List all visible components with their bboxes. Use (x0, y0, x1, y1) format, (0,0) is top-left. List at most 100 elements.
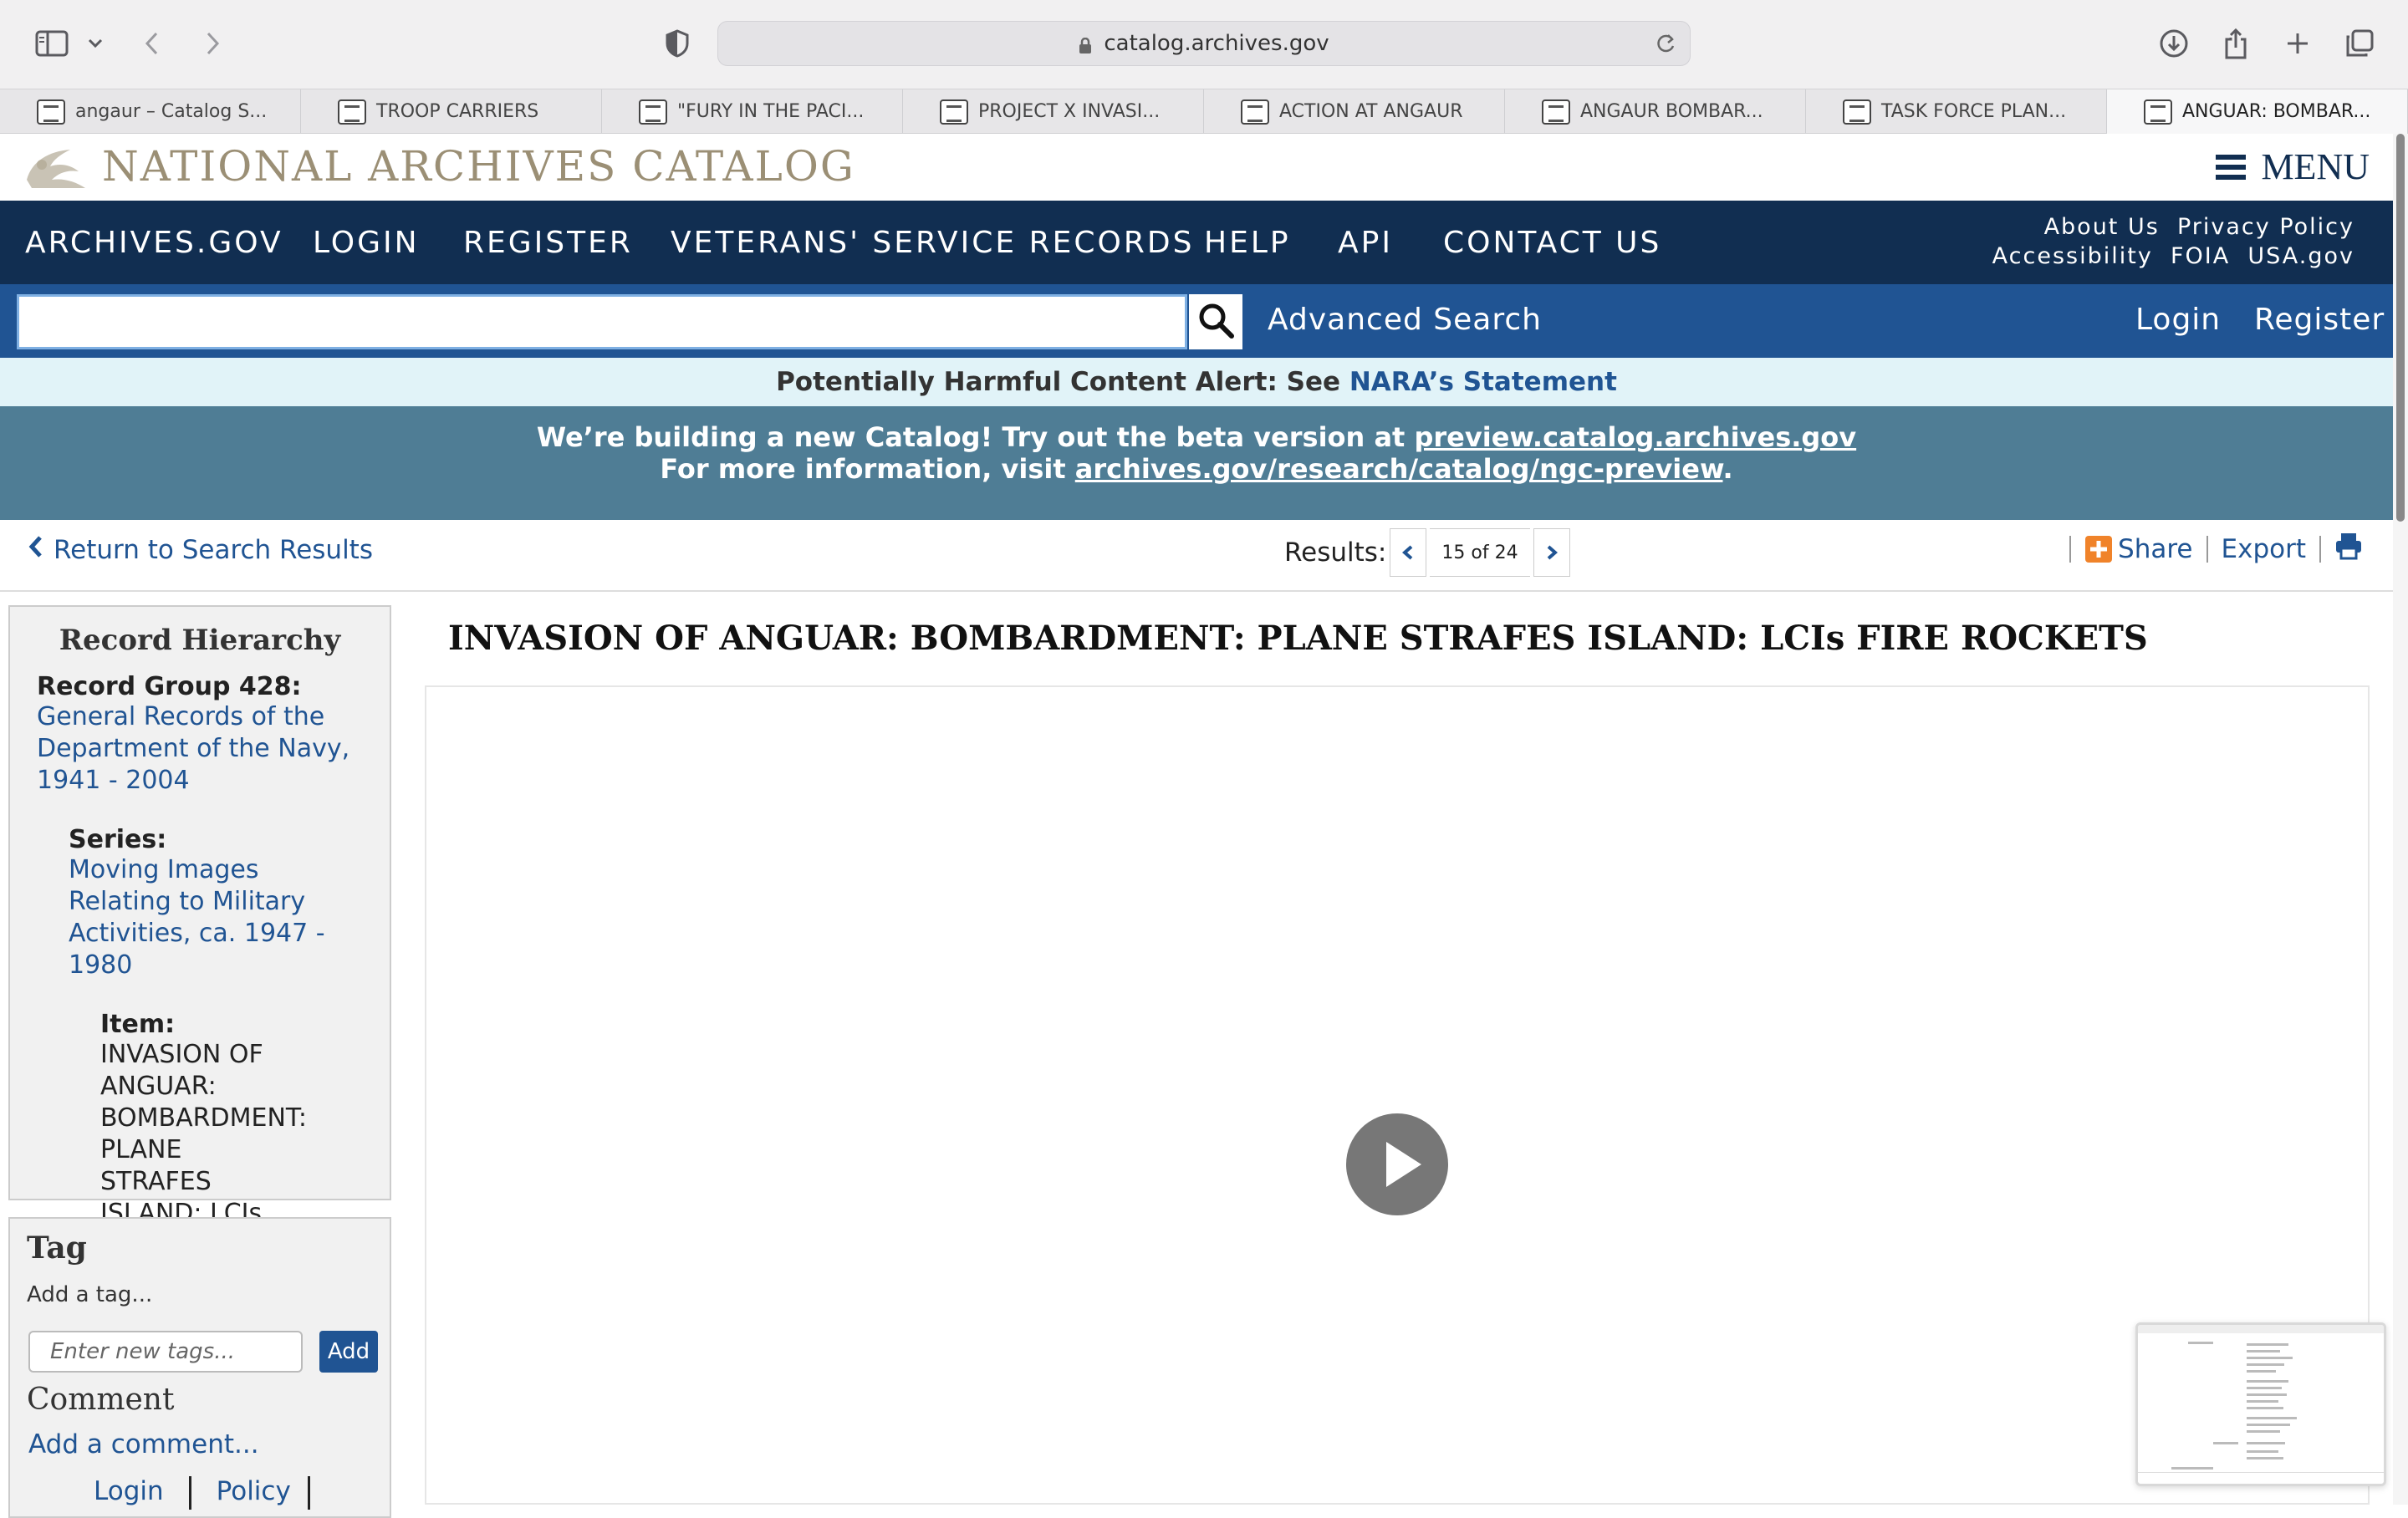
add-tag-button[interactable]: Add (319, 1331, 378, 1373)
print-icon[interactable] (2334, 532, 2363, 567)
beta-line2-text: For more information, visit (660, 453, 1075, 485)
results-count: 15 of 24 (1430, 528, 1530, 577)
browser-tab-label: TROOP CARRIERS (376, 101, 539, 122)
page-scrollbar-thumb[interactable] (2396, 134, 2405, 522)
advanced-search-link[interactable]: Advanced Search (1268, 303, 1542, 337)
nav-veterans-records[interactable]: VETERANS' SERVICE RECORDS (671, 226, 1194, 260)
site-logo[interactable]: NATIONAL ARCHIVES CATALOG (23, 142, 855, 191)
tag-comment-panel: Tag Add a tag... Enter new tags... Add C… (8, 1217, 391, 1518)
menu-button[interactable]: MENU (2216, 145, 2370, 188)
forward-icon[interactable] (194, 25, 231, 62)
browser-tab-label: ANGUAR: BOMBAR... (2182, 101, 2371, 122)
add-tag-label: Add a tag... (27, 1282, 153, 1307)
share-icon[interactable] (2217, 25, 2254, 62)
privacy-shield-icon[interactable] (659, 25, 696, 62)
browser-tab[interactable]: angaur – Catalog S... (0, 89, 301, 134)
browser-tab-label: ANGAUR BOMBAR... (1580, 101, 1763, 122)
archives-favicon-icon (2144, 99, 2172, 125)
browser-tab[interactable]: "FURY IN THE PACI... (602, 89, 903, 134)
record-hierarchy-panel: Record Hierarchy Record Group 428: Gener… (8, 605, 391, 1323)
results-pager: Results: 15 of 24 (1284, 528, 1570, 577)
tag-heading: Tag (27, 1230, 87, 1266)
record-group-label: Record Group 428: (37, 672, 302, 701)
ngc-preview-link[interactable]: archives.gov/research/catalog/ngc-previe… (1075, 453, 1723, 485)
site-header: NATIONAL ARCHIVES CATALOG MENU (0, 134, 2393, 201)
nav-secondary-links: About Us Privacy Policy Accessibility FO… (1992, 212, 2354, 271)
nav-usagov[interactable]: USA.gov (2247, 243, 2354, 269)
browser-tab[interactable]: TASK FORCE PLAN... (1806, 89, 2107, 134)
nav-login[interactable]: LOGIN (313, 226, 420, 260)
browser-tab[interactable]: TROOP CARRIERS (301, 89, 602, 134)
add-comment-link[interactable]: Add a comment... (28, 1429, 259, 1459)
nav-privacy-policy[interactable]: Privacy Policy (2177, 214, 2354, 240)
chevron-down-icon[interactable] (79, 25, 112, 62)
return-to-search-link[interactable]: Return to Search Results (28, 535, 373, 565)
register-link[interactable]: Register (2254, 303, 2385, 337)
nav-register[interactable]: REGISTER (463, 226, 633, 260)
new-tab-icon[interactable] (2279, 25, 2316, 62)
content-alert-banner: Potentially Harmful Content Alert: See N… (0, 358, 2393, 406)
series-link[interactable]: Moving Images Relating to Military Activ… (69, 854, 361, 981)
browser-tab[interactable]: ACTION AT ANGAUR (1204, 89, 1505, 134)
nav-api[interactable]: API (1338, 226, 1393, 260)
hamburger-icon (2216, 154, 2247, 180)
screenshot-thumbnail[interactable] (2135, 1322, 2386, 1486)
plus-icon (2085, 536, 2113, 563)
search-bar: Advanced Search Login Register (0, 284, 2393, 358)
nav-foia[interactable]: FOIA (2171, 243, 2230, 269)
sidebar-toggle-icon[interactable] (33, 25, 70, 62)
beta-line1-text: We’re building a new Catalog! Try out th… (536, 421, 1415, 453)
browser-tab[interactable]: ANGUAR: BOMBAR... (2107, 89, 2408, 134)
page-title: INVASION OF ANGUAR: BOMBARDMENT: PLANE S… (448, 619, 2148, 658)
nav-accessibility[interactable]: Accessibility (1992, 243, 2153, 269)
archives-favicon-icon (940, 99, 968, 125)
item-label: Item: (100, 1010, 176, 1039)
beta-preview-link[interactable]: preview.catalog.archives.gov (1414, 421, 1856, 453)
divider (188, 1476, 191, 1510)
nav-archives-gov[interactable]: ARCHIVES.GOV (25, 226, 283, 260)
chevron-left-icon (28, 535, 43, 565)
chevron-left-icon (1402, 545, 1413, 560)
archives-favicon-icon (639, 99, 667, 125)
login-link[interactable]: Login (2135, 303, 2221, 337)
nav-contact-us[interactable]: CONTACT US (1443, 226, 1661, 260)
policy-link[interactable]: Policy (217, 1476, 291, 1510)
export-button[interactable]: Export (2222, 534, 2306, 564)
search-input[interactable] (17, 294, 1187, 349)
return-label: Return to Search Results (54, 535, 373, 565)
back-icon[interactable] (134, 25, 171, 62)
divider (2319, 536, 2321, 563)
main-nav: ARCHIVES.GOV LOGIN REGISTER VETERANS' SE… (0, 201, 2393, 284)
beta-banner: We’re building a new Catalog! Try out th… (0, 406, 2393, 520)
video-player[interactable] (425, 685, 2370, 1505)
archives-favicon-icon (1843, 99, 1871, 125)
url-text: catalog.archives.gov (1104, 31, 1329, 56)
previous-result-button[interactable] (1390, 528, 1427, 577)
browser-tab[interactable]: ANGAUR BOMBAR... (1505, 89, 1806, 134)
next-result-button[interactable] (1533, 528, 1570, 577)
tag-input[interactable]: Enter new tags... (28, 1331, 303, 1373)
share-label: Share (2118, 534, 2193, 564)
nav-help[interactable]: HELP (1204, 226, 1291, 260)
play-icon[interactable] (1346, 1113, 1448, 1215)
archives-favicon-icon (1542, 99, 1570, 125)
beta-line2-suffix: . (1722, 453, 1733, 485)
archives-favicon-icon (338, 99, 366, 125)
results-label: Results: (1284, 537, 1387, 568)
comment-heading: Comment (27, 1383, 175, 1417)
search-button[interactable] (1189, 294, 1242, 349)
nara-statement-link[interactable]: NARA’s Statement (1349, 367, 1617, 397)
browser-tab[interactable]: PROJECT X INVASI... (903, 89, 1204, 134)
address-bar[interactable]: catalog.archives.gov (717, 21, 1691, 66)
login-link[interactable]: Login (94, 1476, 164, 1510)
results-toolbar: Return to Search Results Results: 15 of … (0, 520, 2393, 592)
tab-overview-icon[interactable] (2341, 25, 2378, 62)
browser-tab-label: ACTION AT ANGAUR (1279, 101, 1463, 122)
record-group-link[interactable]: General Records of the Department of the… (37, 701, 353, 797)
reload-icon[interactable] (1655, 32, 1676, 61)
share-button[interactable]: Share (2084, 534, 2193, 564)
nav-about-us[interactable]: About Us (2044, 214, 2160, 240)
download-icon[interactable] (2155, 25, 2192, 62)
archives-favicon-icon (37, 99, 65, 125)
browser-tab-label: TASK FORCE PLAN... (1881, 101, 2067, 122)
